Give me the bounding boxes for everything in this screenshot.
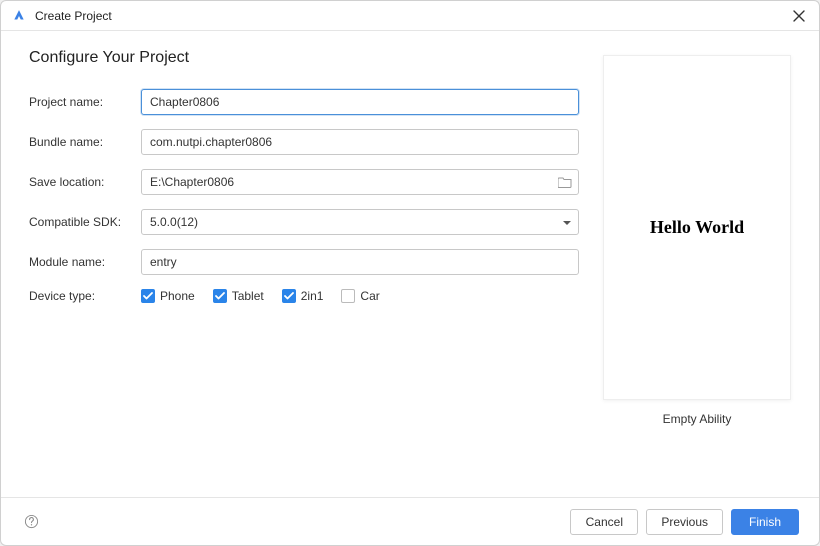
checkbox-tablet-label: Tablet (232, 289, 264, 303)
label-compatible-sdk: Compatible SDK: (29, 215, 141, 229)
checkbox-2in1-box (282, 289, 296, 303)
row-module-name: Module name: (29, 249, 579, 275)
checkbox-car[interactable]: Car (341, 289, 379, 303)
check-icon (143, 292, 153, 300)
label-module-name: Module name: (29, 255, 141, 269)
row-device-type: Device type: Phone (29, 289, 579, 303)
create-project-window: Create Project Configure Your Project Pr… (0, 0, 820, 546)
titlebar: Create Project (1, 1, 819, 31)
checkbox-car-box (341, 289, 355, 303)
page-heading: Configure Your Project (29, 49, 579, 67)
checkbox-phone-label: Phone (160, 289, 195, 303)
bundle-name-input[interactable] (141, 129, 579, 155)
checkbox-tablet[interactable]: Tablet (213, 289, 264, 303)
preview-caption: Empty Ability (663, 412, 732, 426)
row-compatible-sdk: Compatible SDK: (29, 209, 579, 235)
help-button[interactable] (21, 512, 41, 532)
label-device-type: Device type: (29, 289, 141, 303)
preview-area: Hello World Empty Ability (603, 49, 791, 487)
footer: Cancel Previous Finish (1, 497, 819, 545)
checkbox-car-label: Car (360, 289, 379, 303)
checkbox-2in1[interactable]: 2in1 (282, 289, 324, 303)
window-title: Create Project (35, 9, 789, 23)
project-name-input[interactable] (141, 89, 579, 115)
label-save-location: Save location: (29, 175, 141, 189)
row-project-name: Project name: (29, 89, 579, 115)
label-project-name: Project name: (29, 95, 141, 109)
label-bundle-name: Bundle name: (29, 135, 141, 149)
finish-button[interactable]: Finish (731, 509, 799, 535)
check-icon (215, 292, 225, 300)
app-icon (11, 8, 27, 24)
row-save-location: Save location: (29, 169, 579, 195)
checkbox-tablet-box (213, 289, 227, 303)
save-location-input[interactable] (141, 169, 579, 195)
previous-button[interactable]: Previous (646, 509, 723, 535)
module-name-input[interactable] (141, 249, 579, 275)
preview-card: Hello World (603, 55, 791, 400)
check-icon (284, 292, 294, 300)
close-button[interactable] (789, 6, 809, 26)
compatible-sdk-select[interactable] (141, 209, 579, 235)
row-bundle-name: Bundle name: (29, 129, 579, 155)
compatible-sdk-value[interactable] (141, 209, 579, 235)
cancel-button[interactable]: Cancel (570, 509, 638, 535)
checkbox-2in1-label: 2in1 (301, 289, 324, 303)
folder-icon (558, 176, 572, 188)
browse-folder-button[interactable] (555, 173, 575, 191)
help-icon (24, 514, 39, 529)
form-area: Configure Your Project Project name: Bun… (29, 49, 579, 487)
preview-text: Hello World (650, 217, 744, 238)
content-area: Configure Your Project Project name: Bun… (1, 31, 819, 497)
checkbox-phone-box (141, 289, 155, 303)
checkbox-phone[interactable]: Phone (141, 289, 195, 303)
device-type-group: Phone Tablet 2in1 (141, 289, 579, 303)
close-icon (793, 10, 805, 22)
